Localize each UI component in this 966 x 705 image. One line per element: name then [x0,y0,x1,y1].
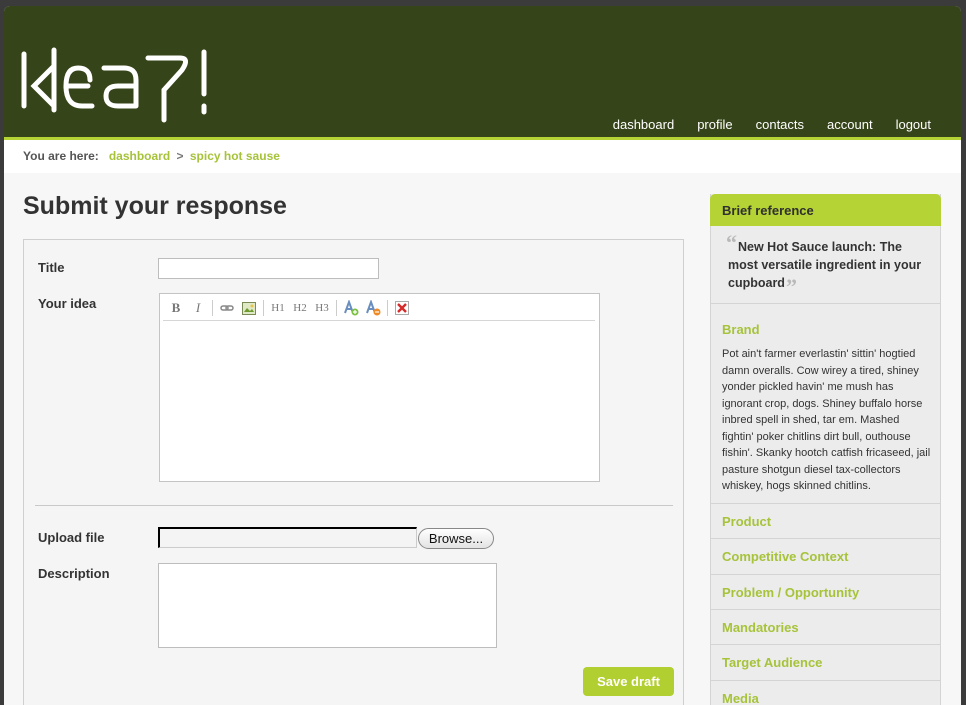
breadcrumb: You are here: dashboard > spicy hot saus… [4,140,961,173]
description-label: Description [38,566,110,581]
save-draft-button[interactable]: Save draft [583,667,674,696]
nav-dashboard[interactable]: dashboard [613,117,674,132]
breadcrumb-separator: > [176,149,184,163]
idea-textarea[interactable] [160,322,599,481]
title-label: Title [38,260,65,275]
toolbar-divider [387,300,388,316]
h1-button[interactable]: H1 [269,299,287,317]
image-icon[interactable] [240,299,258,317]
section-divider [711,644,940,645]
section-target-audience[interactable]: Target Audience [722,655,822,670]
file-path-field[interactable] [158,527,417,548]
bold-button[interactable]: B [167,299,185,317]
idea-logo[interactable] [20,46,215,132]
section-competitive-context[interactable]: Competitive Context [722,549,848,564]
toolbar-divider [336,300,337,316]
section-brand[interactable]: Brand [722,322,760,337]
section-mandatories[interactable]: Mandatories [722,620,799,635]
breadcrumb-dashboard-link[interactable]: dashboard [109,149,170,163]
title-input[interactable] [158,258,379,279]
description-textarea[interactable] [158,563,497,648]
section-problem-opportunity[interactable]: Problem / Opportunity [722,585,859,600]
editor-toolbar: B I H1 H2 H3 [163,296,595,321]
section-divider [711,538,940,539]
upload-label: Upload file [38,530,105,545]
add-style-icon[interactable] [342,299,360,317]
breadcrumb-label: You are here: [23,149,99,163]
section-product[interactable]: Product [722,514,771,529]
section-media[interactable]: Media [722,691,759,705]
browse-button[interactable]: Browse... [418,528,494,549]
brand-description: Pot ain't farmer everlastin' sittin' hog… [722,348,931,492]
quote-text: New Hot Sauce launch: The most versatile… [728,240,922,290]
toolbar-divider [212,300,213,316]
close-quote-icon: ” [786,274,797,299]
section-divider [711,503,940,504]
idea-label: Your idea [38,296,97,311]
toolbar-divider [263,300,264,316]
form-divider [35,505,673,506]
site-header: dashboard profile contacts account logou… [4,6,961,140]
section-divider [711,574,940,575]
h3-button[interactable]: H3 [313,299,331,317]
nav-contacts[interactable]: contacts [756,117,804,132]
breadcrumb-current[interactable]: spicy hot sause [190,149,280,163]
nav-account[interactable]: account [827,117,873,132]
section-divider [711,609,940,610]
link-icon[interactable] [218,299,236,317]
browser-window: dashboard profile contacts account logou… [4,6,961,705]
page-title: Submit your response [23,192,287,220]
h2-button[interactable]: H2 [291,299,309,317]
nav-logout[interactable]: logout [896,117,931,132]
remove-style-icon[interactable] [364,299,382,317]
brief-quote: “ New Hot Sauce launch: The most versati… [711,226,940,304]
italic-button[interactable]: I [189,299,207,317]
clear-format-icon[interactable] [393,299,411,317]
idea-editor[interactable]: B I H1 H2 H3 [159,293,600,482]
brief-reference-panel: Brief reference “ New Hot Sauce launch: … [710,194,941,705]
main-nav: dashboard profile contacts account logou… [613,117,931,132]
nav-profile[interactable]: profile [697,117,732,132]
brief-reference-header: Brief reference [710,194,941,226]
section-divider [711,680,940,681]
response-form: Title Your idea B I H1 H2 H3 Upload file… [23,239,684,705]
